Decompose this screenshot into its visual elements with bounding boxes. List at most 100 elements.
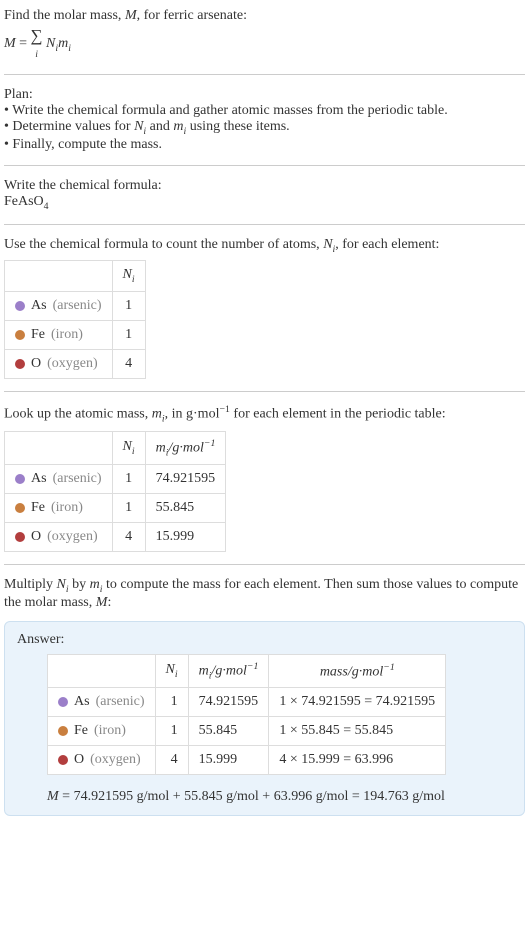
col-n-header: Ni (112, 261, 145, 292)
table-row: O (oxygen) 4 15.999 4 × 15.999 = 63.996 (48, 746, 446, 775)
multiply-m: m (90, 577, 100, 592)
m-value: 74.921595 (145, 465, 226, 494)
element-dot-icon (15, 359, 25, 369)
element-dot-icon (15, 503, 25, 513)
n-value: 1 (112, 321, 145, 350)
n-value: 1 (155, 717, 188, 746)
col-mass-header: mass/g·mol−1 (269, 654, 446, 687)
eq-N: N (46, 36, 55, 51)
eq-sigma-i: i (35, 49, 38, 60)
table-row: As (arsenic) 1 74.921595 (5, 465, 226, 494)
n-value: 4 (112, 350, 145, 379)
element-name: (arsenic) (96, 694, 145, 710)
plan-b2-mid: and (146, 119, 173, 134)
plan-heading: Plan: (4, 87, 525, 103)
col-n-header: Ni (155, 654, 188, 687)
n-value: 1 (155, 688, 188, 717)
element-cell: O (oxygen) (5, 523, 113, 552)
table-row: As (arsenic) 1 74.921595 1 × 74.921595 =… (48, 688, 446, 717)
multiply-colon: : (107, 595, 111, 610)
element-cell: Fe (iron) (5, 494, 113, 523)
multiply-by: by (69, 577, 90, 592)
element-name: (iron) (51, 500, 83, 516)
eq-equals: = (16, 36, 31, 51)
formula-sub: 4 (44, 201, 49, 212)
final-M: M (47, 789, 59, 804)
eq-m-sub: i (68, 43, 71, 54)
element-symbol: Fe (74, 723, 88, 739)
element-name: (arsenic) (53, 298, 102, 314)
empty-header (5, 431, 113, 464)
table-header-row: Ni (5, 261, 146, 292)
element-dot-icon (58, 726, 68, 736)
calc-value: 1 × 55.845 = 55.845 (269, 717, 446, 746)
calc-value: 1 × 74.921595 = 74.921595 (269, 688, 446, 717)
final-answer: M = 74.921595 g/mol + 55.845 g/mol + 63.… (47, 789, 512, 805)
count-table: Ni As (arsenic) 1 Fe (iron) 1 O (oxygen)… (4, 260, 146, 379)
mass-pre: Look up the atomic mass, (4, 407, 152, 422)
plan-bullet-3: • Finally, compute the mass. (4, 137, 525, 153)
divider (4, 165, 525, 166)
n-value: 4 (112, 523, 145, 552)
m-value: 74.921595 (188, 688, 269, 717)
eq-M: M (4, 36, 16, 51)
mass-m: m (152, 407, 162, 422)
table-header-row: Ni mi/g·mol−1 mass/g·mol−1 (48, 654, 446, 687)
eq-sigma: ∑ (31, 26, 43, 45)
table-row: O (oxygen) 4 (5, 350, 146, 379)
table-row: As (arsenic) 1 (5, 292, 146, 321)
m-value: 55.845 (145, 494, 226, 523)
table-row: Fe (iron) 1 55.845 1 × 55.845 = 55.845 (48, 717, 446, 746)
table-row: Fe (iron) 1 (5, 321, 146, 350)
multiply-pre: Multiply (4, 577, 57, 592)
element-symbol: Fe (31, 500, 45, 516)
mass-post: for each element in the periodic table: (230, 407, 446, 422)
element-name: (iron) (51, 327, 83, 343)
element-symbol: As (31, 298, 47, 314)
element-symbol: O (74, 752, 84, 768)
n-value: 1 (112, 465, 145, 494)
element-name: (oxygen) (47, 529, 98, 545)
count-section: Use the chemical formula to count the nu… (4, 233, 525, 384)
element-cell: As (arsenic) (5, 465, 113, 494)
final-eq: = 74.921595 g/mol + 55.845 g/mol + 63.99… (59, 789, 445, 804)
element-name: (iron) (94, 723, 126, 739)
eq-m: m (58, 36, 68, 51)
intro-equation: M = ∑i Nimi (4, 26, 525, 62)
element-dot-icon (15, 474, 25, 484)
element-dot-icon (15, 330, 25, 340)
divider (4, 391, 525, 392)
mass-sup: −1 (219, 404, 229, 415)
count-N: N (323, 237, 332, 252)
count-text: Use the chemical formula to count the nu… (4, 237, 525, 255)
col-n-header: Ni (112, 431, 145, 464)
m-value: 55.845 (188, 717, 269, 746)
m-value: 15.999 (188, 746, 269, 775)
chemical-formula: FeAsO4 (4, 194, 525, 212)
intro-section: Find the molar mass, M, for ferric arsen… (4, 4, 525, 66)
formula-main: FeAsO (4, 194, 44, 209)
multiply-N: N (57, 577, 66, 592)
formula-section: Write the chemical formula: FeAsO4 (4, 174, 525, 216)
intro-text-pre: Find the molar mass, (4, 8, 125, 23)
n-value: 4 (155, 746, 188, 775)
plan-section: Plan: • Write the chemical formula and g… (4, 83, 525, 157)
intro-var-m: M (125, 8, 137, 23)
empty-header (5, 261, 113, 292)
intro-text-post: , for ferric arsenate: (137, 8, 247, 23)
divider (4, 74, 525, 75)
plan-b2-pre: • Determine values for (4, 119, 134, 134)
element-symbol: O (31, 356, 41, 372)
plan-bullet-2: • Determine values for Ni and mi using t… (4, 119, 525, 137)
table-row: O (oxygen) 4 15.999 (5, 523, 226, 552)
multiply-M: M (96, 595, 108, 610)
element-dot-icon (15, 532, 25, 542)
n-value: 1 (112, 494, 145, 523)
element-dot-icon (58, 697, 68, 707)
n-value: 1 (112, 292, 145, 321)
count-post: , for each element: (335, 237, 439, 252)
element-dot-icon (58, 755, 68, 765)
multiply-section: Multiply Ni by mi to compute the mass fo… (4, 573, 525, 615)
calc-value: 4 × 15.999 = 63.996 (269, 746, 446, 775)
plan-b2-m: m (173, 119, 183, 134)
